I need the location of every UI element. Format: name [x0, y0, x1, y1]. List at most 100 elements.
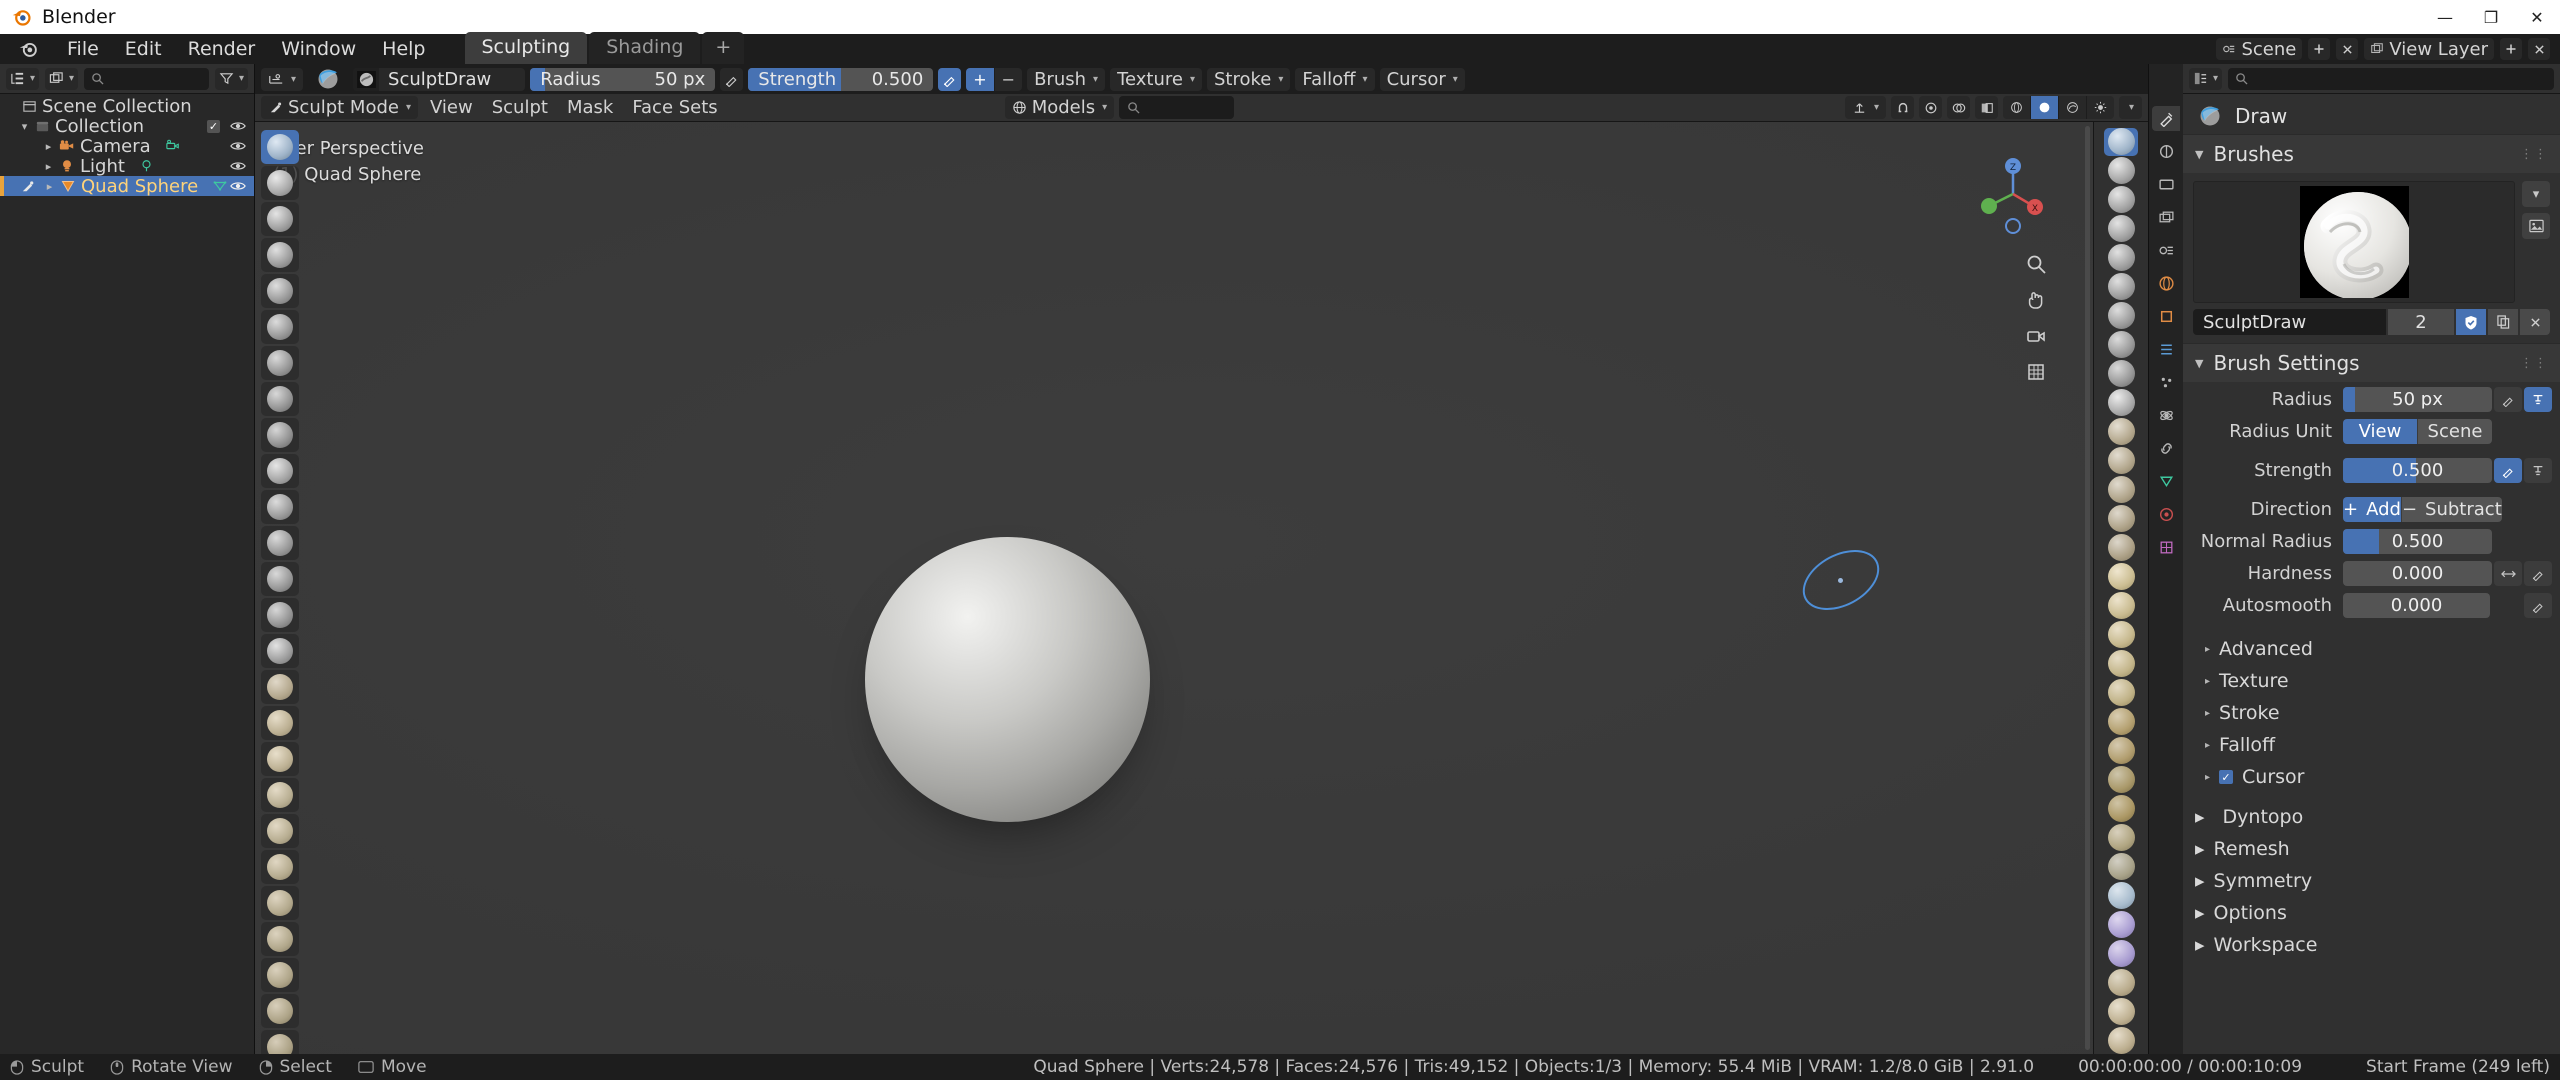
brush-users-count[interactable]: 2	[2388, 309, 2454, 335]
brush-item-fill[interactable]	[2104, 447, 2138, 475]
disclosure-triangle-icon[interactable]: ▾	[18, 120, 31, 133]
subpanel-cursor[interactable]: ▸ ✓ Cursor	[2183, 761, 2560, 793]
xray-toggle[interactable]	[1975, 96, 1998, 119]
minimize-button[interactable]: —	[2422, 0, 2468, 34]
panel-remesh[interactable]: ▸ Remesh	[2183, 833, 2560, 865]
brush-item-clay-strips[interactable]	[2104, 215, 2138, 243]
brush-item-crease[interactable]	[2104, 360, 2138, 388]
brush-item-smear[interactable]	[2104, 1026, 2138, 1054]
active-tool-icon-button[interactable]	[308, 68, 348, 91]
shading-mode-toggle[interactable]	[2003, 96, 2114, 119]
editor-type-selector[interactable]: ▾	[261, 67, 304, 91]
radius-pressure-button[interactable]	[2494, 387, 2522, 412]
scene-selector[interactable]: Scene	[2216, 38, 2303, 60]
tool-flatten-button[interactable]	[261, 490, 299, 524]
stroke-dropdown[interactable]: Stroke ▾	[1207, 67, 1291, 91]
strength-unified-button[interactable]	[2524, 458, 2552, 483]
viewport-scrollbar[interactable]	[2085, 126, 2090, 1050]
properties-tab-world[interactable]	[2152, 271, 2180, 296]
tool-draw-sharp-button[interactable]	[261, 166, 299, 200]
hardness-property-slider[interactable]: 0.000	[2343, 561, 2492, 586]
autosmooth-pressure-button[interactable]	[2524, 593, 2552, 618]
navigation-gizmo[interactable]: Z X	[1963, 144, 2063, 244]
brush-datablock-name-input[interactable]: SculptDraw	[2193, 309, 2386, 335]
brush-item-snake-hook[interactable]	[2104, 620, 2138, 648]
brush-preview-box[interactable]	[2193, 181, 2515, 303]
falloff-dropdown[interactable]: Falloff ▾	[1295, 67, 1375, 91]
tool-blob-button[interactable]	[261, 382, 299, 416]
brush-preview-image-button[interactable]	[2522, 213, 2550, 239]
brush-dropdown[interactable]: Brush ▾	[1027, 67, 1106, 91]
panel-header-brush-settings[interactable]: ▼ Brush Settings ⋮⋮	[2183, 343, 2560, 382]
tool-layer-button[interactable]	[261, 310, 299, 344]
strength-slider[interactable]: Strength 0.500	[748, 67, 934, 91]
hardness-pressure-button[interactable]	[2524, 561, 2552, 586]
properties-tab-view-layer[interactable]	[2152, 205, 2180, 230]
outliner-row-collection[interactable]: ▾ Collection ✓	[0, 116, 254, 137]
menu-window[interactable]: Window	[268, 35, 369, 63]
radius-property-slider[interactable]: 50 px	[2343, 387, 2492, 412]
eye-icon[interactable]	[230, 178, 246, 194]
brush-item-scrape[interactable]	[2104, 476, 2138, 504]
brush-item-draw-face-sets[interactable]	[2104, 910, 2138, 938]
shading-rendered-button[interactable]	[2087, 96, 2114, 119]
brush-item-pose[interactable]	[2104, 678, 2138, 706]
outliner-row-camera[interactable]: ▸ Camera	[0, 136, 254, 157]
menu-edit[interactable]: Edit	[112, 35, 175, 63]
tool-multiplane-scrape-button[interactable]	[261, 598, 299, 632]
properties-tab-material[interactable]	[2152, 502, 2180, 527]
properties-tab-object[interactable]	[2152, 304, 2180, 329]
texture-dropdown[interactable]: Texture ▾	[1110, 67, 1202, 91]
outliner-row-light[interactable]: ▸ Light	[0, 156, 254, 177]
brush-item-cloth[interactable]	[2104, 823, 2138, 851]
radius-unit-scene-button[interactable]: Scene	[2418, 419, 2492, 444]
brush-browse-dropdown-button[interactable]: ▾	[2522, 181, 2550, 207]
tool-scrape-button[interactable]	[261, 562, 299, 596]
snap-toggle[interactable]	[1891, 96, 1914, 119]
brush-item-rotate[interactable]	[2104, 736, 2138, 764]
radius-unit-segmented[interactable]: View Scene	[2343, 419, 2492, 444]
shading-material-button[interactable]	[2059, 96, 2087, 119]
tool-thumb-button[interactable]	[261, 778, 299, 812]
tool-pose-button[interactable]	[261, 814, 299, 848]
pan-icon[interactable]	[2024, 288, 2048, 312]
outliner-filter-mode[interactable]: ▾	[45, 67, 79, 90]
brush-unlink-button[interactable]	[2520, 309, 2550, 335]
menu-help[interactable]: Help	[369, 35, 438, 63]
menu-mask[interactable]: Mask	[560, 96, 620, 119]
shading-options-dropdown[interactable]: ▾	[2119, 96, 2142, 119]
eye-icon[interactable]	[230, 138, 246, 154]
subpanel-falloff[interactable]: ▸ Falloff	[2183, 729, 2560, 761]
brush-item-grab[interactable]	[2104, 563, 2138, 591]
tab-shading[interactable]: Shading	[589, 32, 701, 64]
menu-view[interactable]: View	[423, 96, 480, 119]
disclosure-triangle-icon[interactable]: ▸	[43, 180, 56, 193]
brush-item-smooth[interactable]	[2104, 389, 2138, 417]
outliner-filter-button[interactable]: ▾	[214, 67, 248, 90]
menu-face-sets[interactable]: Face Sets	[625, 96, 724, 119]
tool-cloth-button[interactable]	[261, 994, 299, 1028]
viewport-search-input[interactable]	[1119, 96, 1235, 119]
zoom-icon[interactable]	[2024, 252, 2048, 276]
brush-item-draw-sharp[interactable]	[2104, 157, 2138, 185]
new-view-layer-button[interactable]	[2500, 38, 2522, 60]
collection-enable-checkbox[interactable]: ✓	[207, 119, 220, 133]
direction-subtract-button[interactable]: −	[994, 67, 1023, 91]
brush-item-simplify[interactable]	[2104, 852, 2138, 880]
strength-pressure-toggle[interactable]	[938, 67, 962, 91]
snap-target-selector[interactable]: Models ▾	[1004, 96, 1115, 119]
properties-tab-data[interactable]	[2152, 469, 2180, 494]
shading-solid-button[interactable]	[2031, 96, 2059, 119]
tool-inflate-button[interactable]	[261, 346, 299, 380]
panel-symmetry[interactable]: ▸ Symmetry	[2183, 865, 2560, 897]
properties-tab-particles[interactable]	[2152, 370, 2180, 395]
panel-dyntopo[interactable]: ▸ Dyntopo	[2183, 801, 2560, 833]
normal-radius-property-slider[interactable]: 0.500	[2343, 529, 2492, 554]
tool-snake-hook-button[interactable]	[261, 742, 299, 776]
properties-tab-modifiers[interactable]	[2152, 337, 2180, 362]
brush-item-thumb[interactable]	[2104, 649, 2138, 677]
brush-item-clay-thumb[interactable]	[2104, 244, 2138, 272]
tool-boundary-button[interactable]	[261, 958, 299, 992]
brush-item-multires-displacement-smear[interactable]	[2104, 968, 2138, 996]
strength-pressure-button[interactable]	[2494, 458, 2522, 483]
